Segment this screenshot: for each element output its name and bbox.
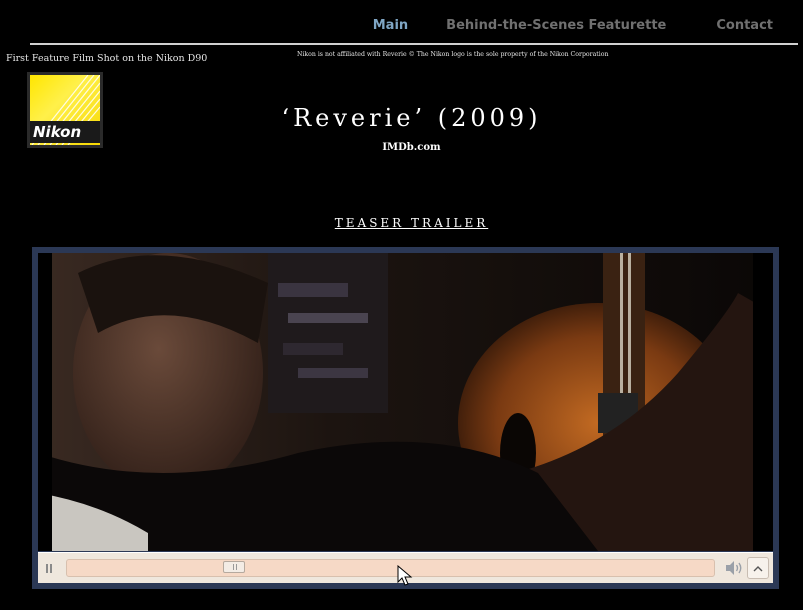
nav-item-main[interactable]: Main xyxy=(373,18,408,33)
pause-button[interactable] xyxy=(38,554,60,582)
speaker-icon xyxy=(726,561,742,575)
top-nav: Main Behind-the-Scenes Featurette Contac… xyxy=(373,18,773,33)
disclaimer-text: Nikon is not affiliated with Reverie © T… xyxy=(297,51,609,58)
nav-item-behind-the-scenes[interactable]: Behind-the-Scenes Featurette xyxy=(446,18,666,33)
player-controls xyxy=(38,552,773,583)
chevron-up-icon xyxy=(753,565,763,571)
header-divider xyxy=(30,43,798,45)
page: Main Behind-the-Scenes Featurette Contac… xyxy=(0,0,803,610)
volume-button[interactable] xyxy=(721,554,747,582)
video-player xyxy=(32,247,779,589)
video-still xyxy=(38,253,773,551)
tagline: First Feature Film Shot on the Nikon D90 xyxy=(6,53,208,64)
nav-item-contact[interactable]: Contact xyxy=(716,18,773,33)
seek-thumb[interactable] xyxy=(223,561,245,573)
expand-button[interactable] xyxy=(747,557,769,579)
page-title: ‘Reverie’ (2009) xyxy=(281,104,542,132)
trailer-heading: TEASER TRAILER xyxy=(334,216,489,230)
pause-icon xyxy=(46,563,48,573)
pause-icon-bar xyxy=(50,563,52,573)
video-frame[interactable] xyxy=(38,253,773,551)
seek-bar[interactable] xyxy=(66,559,715,577)
imdb-link[interactable]: IMDb.com xyxy=(10,142,803,153)
